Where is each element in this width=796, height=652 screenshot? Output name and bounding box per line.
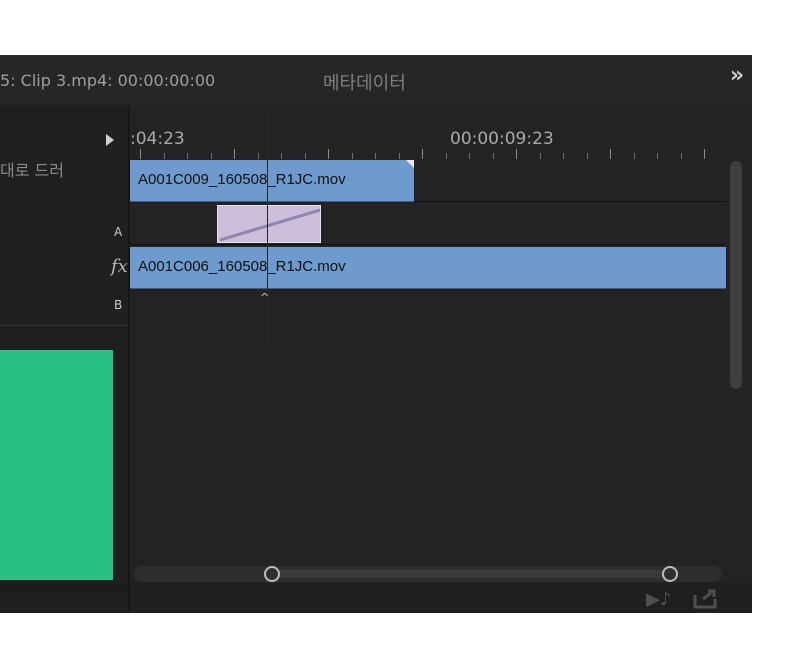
ruler-tick bbox=[586, 153, 588, 159]
ruler-tick bbox=[304, 153, 306, 159]
clip-end-marker-icon bbox=[406, 160, 414, 168]
tab-metadata[interactable]: 메타데이터 bbox=[323, 69, 406, 95]
ruler-tick bbox=[610, 149, 611, 159]
track-separator bbox=[130, 244, 726, 245]
ruler-tick bbox=[281, 153, 282, 159]
ruler-tick bbox=[563, 153, 564, 159]
left-column-footer bbox=[0, 583, 128, 593]
zoom-scrollbar[interactable] bbox=[134, 566, 722, 582]
tab-effect-controls[interactable]: 5: Clip 3.mp4: 00:00:00:00 bbox=[0, 71, 215, 90]
clip-a-name: A001C009_160508_R1JC.mov bbox=[138, 171, 346, 188]
effect-controls-panel: 5: Clip 3.mp4: 00:00:00:00 메타데이터 » 대로 드러… bbox=[0, 55, 752, 613]
ruler-tick bbox=[187, 153, 188, 159]
ruler-tick bbox=[704, 149, 705, 159]
ruler-tick bbox=[469, 153, 470, 159]
clip-b[interactable]: A001C006_160508_R1JC.mov bbox=[130, 247, 726, 289]
track-b-label: B bbox=[114, 298, 123, 312]
ruler-tick bbox=[398, 153, 400, 159]
zoom-handle-right-icon[interactable] bbox=[662, 566, 678, 582]
export-icon[interactable] bbox=[692, 589, 718, 609]
ruler-tick bbox=[234, 149, 235, 159]
ruler-tick bbox=[422, 149, 423, 159]
transition-diagonal-icon bbox=[219, 208, 320, 242]
panel-overflow-icon[interactable]: » bbox=[724, 63, 750, 89]
ruler-tick bbox=[328, 149, 329, 159]
time-ruler[interactable]: :04:23 00:00:09:23 bbox=[130, 105, 726, 160]
fx-icon[interactable]: fx bbox=[111, 256, 128, 277]
timecode-right: 00:00:09:23 bbox=[450, 129, 554, 149]
zoom-handle-left-icon[interactable] bbox=[264, 566, 280, 582]
play-audio-icon[interactable]: ▶♪ bbox=[646, 589, 671, 610]
clip-b-name: A001C006_160508_R1JC.mov bbox=[138, 258, 346, 275]
expand-triangle-icon[interactable] bbox=[106, 134, 114, 146]
playhead-caret-icon[interactable]: ^ bbox=[260, 291, 269, 304]
clip-a[interactable]: A001C009_160508_R1JC.mov bbox=[130, 160, 414, 202]
ruler-tick bbox=[657, 153, 658, 159]
track-a-label: A bbox=[114, 225, 123, 239]
ruler-tick bbox=[539, 153, 541, 159]
ruler-tick bbox=[351, 153, 353, 159]
effect-list-column: 대로 드러 A fx B bbox=[0, 105, 128, 613]
zoom-scrollbar-range[interactable] bbox=[268, 570, 666, 578]
effect-list-top: 대로 드러 A fx B bbox=[0, 105, 128, 326]
ruler-tick bbox=[140, 149, 141, 159]
transition-clip[interactable] bbox=[217, 205, 321, 243]
timeline-footer: ▶♪ bbox=[130, 583, 752, 613]
ruler-tick bbox=[375, 153, 376, 159]
ruler-tick bbox=[210, 153, 212, 159]
ruler-ticks bbox=[130, 149, 726, 159]
panel-header: 5: Clip 3.mp4: 00:00:00:00 메타데이터 » bbox=[0, 55, 752, 105]
drag-hint-text: 대로 드러 bbox=[0, 161, 64, 180]
vertical-scrollbar-thumb[interactable] bbox=[730, 161, 742, 389]
timecode-left: :04:23 bbox=[130, 129, 185, 149]
color-swatch[interactable] bbox=[0, 350, 113, 580]
ruler-tick bbox=[680, 153, 682, 159]
ruler-tick bbox=[633, 153, 635, 159]
ruler-tick bbox=[163, 153, 165, 159]
ruler-tick bbox=[516, 149, 517, 159]
ruler-tick bbox=[492, 153, 494, 159]
mini-timeline: :04:23 00:00:09:23 A001C009_160508_R1JC.… bbox=[130, 105, 752, 613]
playhead-line[interactable] bbox=[267, 105, 268, 345]
ruler-tick bbox=[445, 153, 447, 159]
ruler-tick bbox=[257, 153, 259, 159]
